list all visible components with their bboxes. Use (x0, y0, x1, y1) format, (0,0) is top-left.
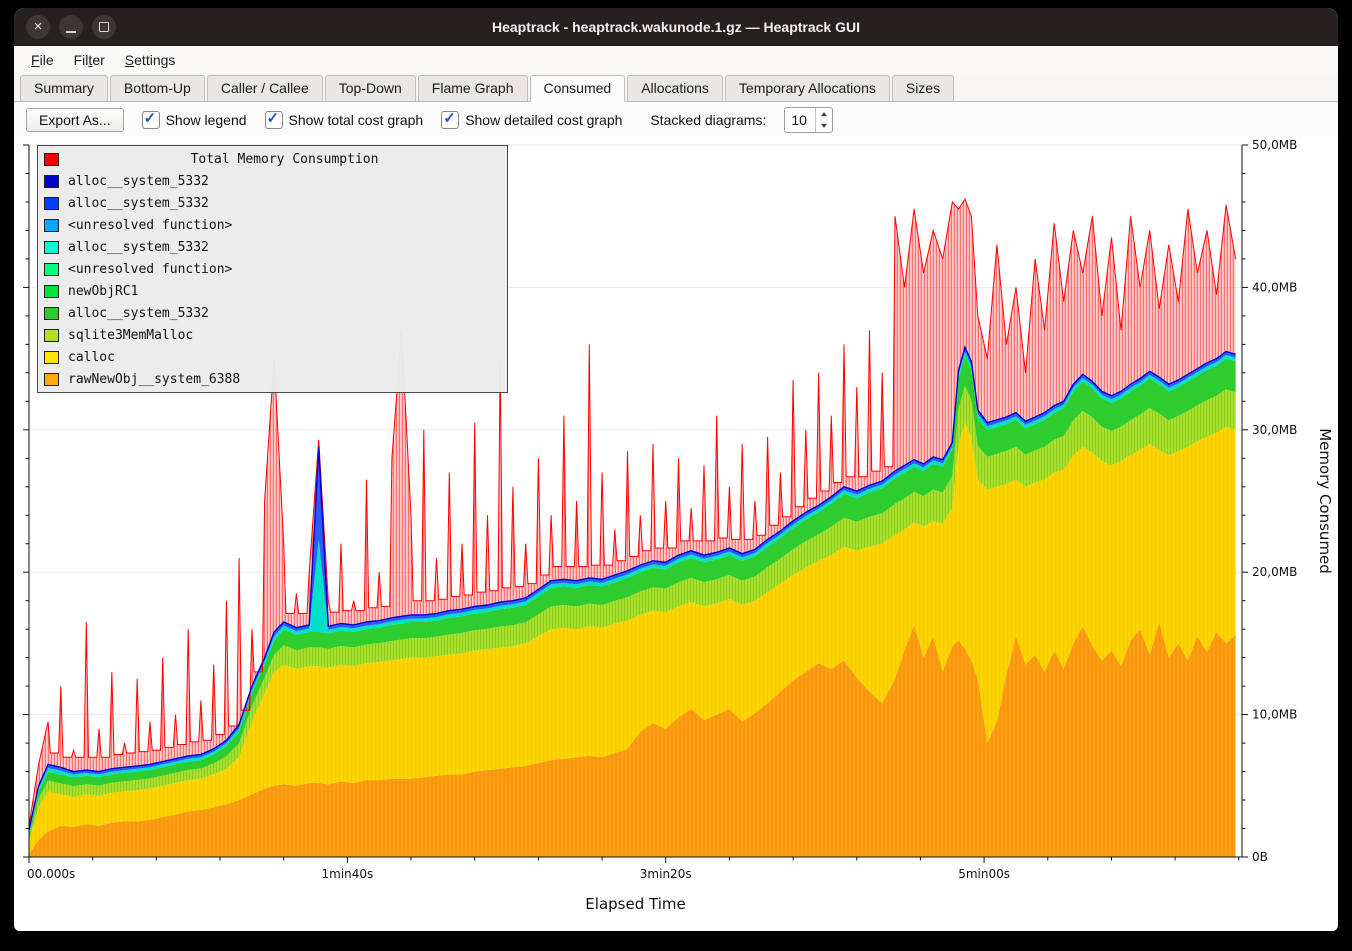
svg-text:50,0MB: 50,0MB (1252, 138, 1297, 152)
tab-allocations[interactable]: Allocations (627, 75, 723, 102)
maximize-icon (99, 22, 109, 32)
x-axis-title: Elapsed Time (585, 895, 685, 913)
tab-top-down[interactable]: Top-Down (325, 75, 416, 102)
legend-title-row: Total Memory Consumption (38, 148, 507, 170)
legend-item-label: <unresolved function> (68, 218, 232, 233)
legend-swatch (44, 329, 59, 342)
legend-item-label: alloc__system_5332 (68, 240, 209, 255)
legend-swatch (44, 307, 59, 320)
spin-up-button[interactable] (816, 108, 832, 120)
spinner-arrows (815, 108, 832, 132)
legend-item-label: rawNewObj__system_6388 (68, 372, 240, 387)
tab-consumed[interactable]: Consumed (530, 75, 626, 102)
svg-text:3min20s: 3min20s (640, 867, 692, 881)
legend-item-label: alloc__system_5332 (68, 174, 209, 189)
app-window: × Heaptrack - heaptrack.wakunode.1.gz — … (14, 8, 1338, 931)
legend-item-label: calloc (68, 350, 115, 365)
menu-settings[interactable]: Settings (116, 49, 185, 71)
maximize-button[interactable] (92, 15, 116, 39)
legend-swatch (44, 175, 59, 188)
legend-item: alloc__system_5332 (38, 302, 507, 324)
legend-item-label: alloc__system_5332 (68, 196, 209, 211)
legend-swatch (44, 219, 59, 232)
svg-text:00.000s: 00.000s (27, 867, 75, 881)
legend-item: rawNewObj__system_6388 (38, 368, 507, 390)
legend-item: newObjRC1 (38, 280, 507, 302)
legend-swatch (44, 197, 59, 210)
chart-area: Total Memory Consumption alloc__system_53… (14, 137, 1338, 931)
legend-item: <unresolved function> (38, 214, 507, 236)
svg-text:10,0MB: 10,0MB (1252, 708, 1297, 722)
show-total-cost-label: Show total cost graph (289, 112, 424, 128)
checkbox-checked-icon (441, 111, 459, 129)
show-legend-label: Show legend (166, 112, 247, 128)
checkbox-checked-icon (265, 111, 283, 129)
checkbox-checked-icon (142, 111, 160, 129)
legend-item: sqlite3MemMalloc (38, 324, 507, 346)
legend-title: Total Memory Consumption (68, 152, 501, 167)
chart-legend: Total Memory Consumption alloc__system_53… (37, 145, 508, 393)
svg-text:30,0MB: 30,0MB (1252, 423, 1297, 437)
tab-flame-graph[interactable]: Flame Graph (418, 75, 528, 102)
legend-item: alloc__system_5332 (38, 170, 507, 192)
legend-swatch (44, 351, 59, 364)
legend-item-label: alloc__system_5332 (68, 306, 209, 321)
svg-text:1min40s: 1min40s (322, 867, 374, 881)
stacked-diagrams-label: Stacked diagrams: (650, 112, 766, 128)
spin-down-button[interactable] (816, 120, 832, 132)
svg-text:20,0MB: 20,0MB (1252, 565, 1297, 579)
legend-item: calloc (38, 346, 507, 368)
stacked-diagrams-input[interactable] (785, 108, 815, 132)
titlebar: × Heaptrack - heaptrack.wakunode.1.gz — … (14, 8, 1338, 46)
window-title: Heaptrack - heaptrack.wakunode.1.gz — He… (14, 19, 1338, 35)
minimize-button[interactable] (59, 15, 83, 39)
menu-file[interactable]: File (22, 49, 63, 71)
legend-swatch (44, 153, 59, 166)
window-controls: × (26, 8, 116, 46)
svg-text:0B: 0B (1252, 850, 1268, 864)
minimize-icon (66, 31, 76, 33)
legend-swatch (44, 241, 59, 254)
legend-item: <unresolved function> (38, 258, 507, 280)
legend-item: alloc__system_5332 (38, 236, 507, 258)
legend-item-label: sqlite3MemMalloc (68, 328, 193, 343)
legend-item-label: newObjRC1 (68, 284, 138, 299)
show-legend-checkbox[interactable]: Show legend (142, 111, 247, 129)
legend-item-label: <unresolved function> (68, 262, 232, 277)
show-detailed-cost-checkbox[interactable]: Show detailed cost graph (441, 111, 622, 129)
tab-summary[interactable]: Summary (20, 75, 108, 102)
svg-text:40,0MB: 40,0MB (1252, 280, 1297, 294)
tab-bottom-up[interactable]: Bottom-Up (110, 75, 205, 102)
tab-caller-callee[interactable]: Caller / Callee (207, 75, 323, 102)
export-as-button[interactable]: Export As... (26, 108, 124, 132)
menu-filter[interactable]: Filter (65, 49, 114, 71)
legend-item: alloc__system_5332 (38, 192, 507, 214)
legend-swatch (44, 263, 59, 276)
stacked-diagrams-spinbox (784, 107, 833, 133)
legend-swatch (44, 285, 59, 298)
show-detailed-cost-label: Show detailed cost graph (465, 112, 622, 128)
menubar: File Filter Settings (14, 46, 1338, 73)
show-total-cost-checkbox[interactable]: Show total cost graph (265, 111, 424, 129)
close-button[interactable]: × (26, 15, 50, 39)
tabbar: Summary Bottom-Up Caller / Callee Top-Do… (14, 73, 1338, 102)
tab-sizes[interactable]: Sizes (892, 75, 954, 102)
y-axis-title: Memory Consumed (1316, 428, 1334, 574)
legend-swatch (44, 373, 59, 386)
tab-temporary-allocations[interactable]: Temporary Allocations (725, 75, 890, 102)
close-icon: × (34, 19, 43, 34)
toolbar: Export As... Show legend Show total cost… (14, 102, 1338, 137)
svg-text:5min00s: 5min00s (958, 867, 1010, 881)
